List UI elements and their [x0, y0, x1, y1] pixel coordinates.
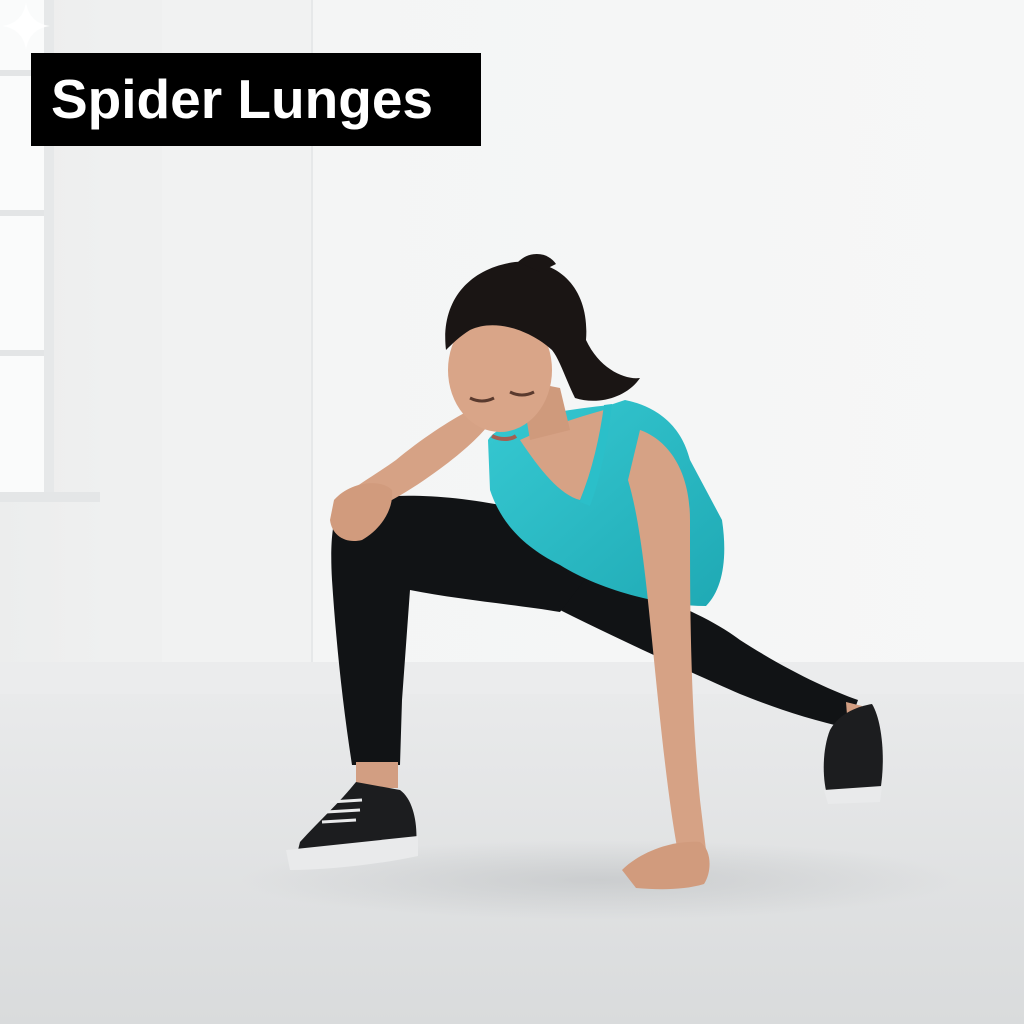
photo-illustration [0, 0, 1024, 1024]
baseboard [0, 662, 1024, 696]
photo-scene: Spider Lunges [0, 0, 1024, 1024]
sparkle-icon [2, 2, 50, 50]
exercise-title: Spider Lunges [31, 53, 481, 146]
